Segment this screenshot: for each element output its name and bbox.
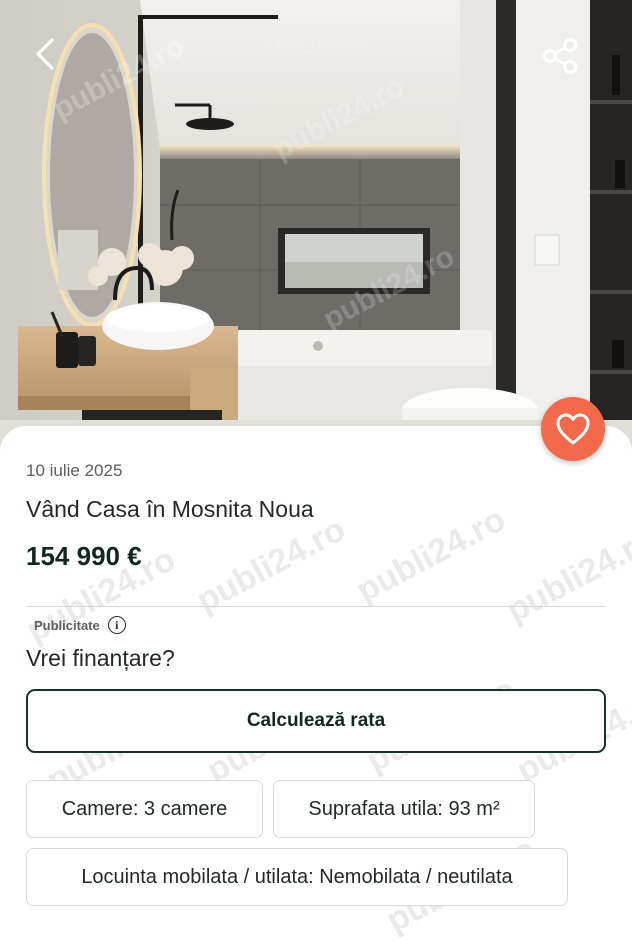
listing-details: publi24.ro publi24.ro publi24.ro publi24… (0, 426, 632, 940)
watermark: publi24.ro (500, 520, 632, 630)
feature-furnishing: Locuinta mobilata / utilata: Nemobilata … (26, 848, 568, 906)
ad-label: Publicitate i (34, 616, 126, 634)
divider (26, 606, 606, 607)
share-button[interactable] (540, 36, 580, 76)
chevron-left-icon (36, 38, 54, 70)
ad-label-text: Publicitate (34, 617, 100, 633)
listing-date: 10 iulie 2025 (26, 461, 123, 480)
listing-price: 154 990 € (26, 541, 142, 571)
info-icon[interactable]: i (107, 616, 126, 634)
calculate-rate-button[interactable]: Calculează rata (26, 689, 606, 753)
watermark: publi24.ro (350, 500, 512, 610)
financing-question: Vrei finanțare? (26, 645, 175, 671)
listing-title: Vând Casa în Mosnita Noua (26, 496, 314, 522)
bathroom-photo: publi24.ro publi24.ro publi24.ro (0, 0, 632, 455)
favorite-button[interactable] (541, 397, 605, 461)
watermark: publi24.ro (190, 510, 352, 620)
listing-photo[interactable]: publi24.ro publi24.ro publi24.ro Lary_br… (0, 0, 632, 455)
seller-name: Lary_brasny (264, 32, 368, 52)
heart-icon (556, 413, 590, 445)
feature-usable-area: Suprafata utila: 93 m² (273, 780, 535, 838)
share-icon (543, 38, 577, 74)
back-button[interactable] (28, 34, 64, 74)
feature-rooms: Camere: 3 camere (26, 780, 263, 838)
